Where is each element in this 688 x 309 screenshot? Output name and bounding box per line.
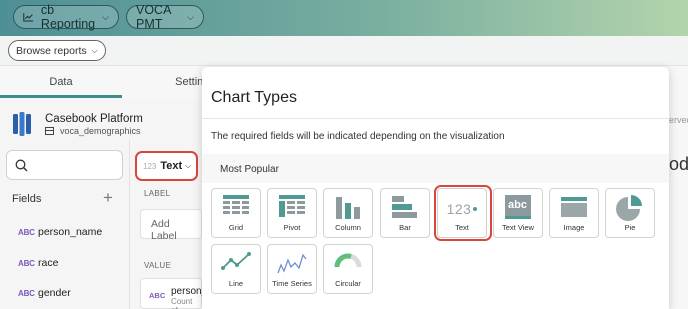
chart-type-label: Text <box>455 223 469 232</box>
chart-type-label: Grid <box>228 223 244 232</box>
canvas-partial-text: erved <box>669 115 688 125</box>
browse-reports-label: Browse reports <box>16 44 87 57</box>
modal-divider <box>202 118 669 119</box>
chart-type-label: Circular <box>335 279 361 288</box>
canvas-area: erved od <box>669 98 688 309</box>
field-item[interactable]: ABC gender <box>18 287 71 299</box>
field-name: race <box>38 257 59 269</box>
dataset-name: Casebook Platform <box>45 113 143 125</box>
modal-title: Chart Types <box>211 89 297 106</box>
field-type-badge: ABC <box>18 258 35 268</box>
table-icon <box>45 127 54 135</box>
chart-type-label: Line <box>228 279 244 288</box>
field-item[interactable]: ABC race <box>18 257 58 269</box>
chart-types-modal: Chart Types The required fields will be … <box>202 67 669 309</box>
project-selector[interactable]: VOCA PMT ⌵ <box>126 3 204 31</box>
report-name: cb Reporting <box>40 3 96 31</box>
image-icon <box>550 195 598 217</box>
grid-icon <box>212 195 260 217</box>
column-chart-icon <box>324 195 372 219</box>
text-view-glyph: abc <box>508 199 527 211</box>
tab-data[interactable]: Data <box>0 66 122 98</box>
chart-type-text-view[interactable]: abc Text View <box>493 188 543 238</box>
circular-gauge-icon <box>324 251 372 269</box>
chart-type-pie[interactable]: Pie <box>605 188 655 238</box>
chart-type-circular[interactable]: Circular <box>323 244 373 294</box>
chart-type-label: Pie <box>624 223 636 232</box>
dataset-table: voca_demographics <box>45 126 141 136</box>
field-type-badge: ABC <box>149 291 166 300</box>
chart-type-label: Text <box>160 160 183 172</box>
canvas-partial-title: od <box>669 154 688 174</box>
field-name: gender <box>38 287 71 299</box>
browse-reports-button[interactable]: Browse reports ⌵ <box>8 40 106 61</box>
chart-type-label: Pivot <box>283 223 301 232</box>
pivot-icon <box>268 195 316 217</box>
modal-description: The required fields will be indicated de… <box>211 131 505 142</box>
section-title: Most Popular <box>220 164 279 175</box>
chart-type-label: Column <box>335 223 361 232</box>
chart-type-label: Bar <box>399 223 411 232</box>
panel-divider <box>129 140 130 309</box>
text-view-underline <box>505 216 531 219</box>
chevron-down-icon: ⌵ <box>91 45 98 55</box>
bar-chart-icon <box>381 195 429 219</box>
chart-type-button[interactable]: 123 Text ⌵ <box>135 151 198 181</box>
field-type-badge: ABC <box>18 288 35 298</box>
tab-data-label: Data <box>49 76 73 88</box>
field-type-badge: ABC <box>18 227 35 237</box>
dataset-table-name: voca_demographics <box>60 126 141 136</box>
chevron-down-icon: ⌵ <box>187 11 194 22</box>
chart-type-label: Text View <box>502 223 534 232</box>
value-field-card[interactable]: ABC person_ Count of <box>140 278 207 309</box>
text-dot-icon <box>473 207 478 211</box>
chart-type-label: Image <box>563 223 585 232</box>
top-header: cb Reporting ⌵ VOCA PMT ⌵ <box>0 0 688 36</box>
line-chart-icon <box>212 251 260 273</box>
search-icon <box>15 159 28 172</box>
chart-type-column[interactable]: Column <box>323 188 373 238</box>
value-aggregation: Count of <box>171 297 193 309</box>
chart-type-pivot[interactable]: Pivot <box>267 188 317 238</box>
chevron-down-icon: ⌵ <box>102 11 109 22</box>
text-123-icon: 123 <box>438 195 486 217</box>
text-glyph: 123 <box>446 201 472 217</box>
chart-type-image[interactable]: Image <box>549 188 599 238</box>
add-label-input[interactable]: Add Label <box>140 209 202 242</box>
chart-type-label: Time Series <box>272 279 312 288</box>
database-icon <box>13 112 31 136</box>
text-123-icon: 123 <box>143 161 157 171</box>
field-item[interactable]: ABC person_name <box>18 226 102 238</box>
sub-header: Browse reports ⌵ <box>0 36 688 66</box>
chart-type-time-series[interactable]: Time Series <box>267 244 317 294</box>
value-heading: VALUE <box>144 261 172 270</box>
add-field-icon[interactable]: + <box>103 188 113 208</box>
report-selector[interactable]: cb Reporting ⌵ <box>13 3 119 31</box>
line-chart-icon <box>23 12 34 22</box>
chart-type-line[interactable]: Line <box>211 244 261 294</box>
fields-heading: Fields <box>12 193 42 205</box>
project-name: VOCA PMT <box>136 3 171 31</box>
chevron-down-icon: ⌵ <box>185 161 192 170</box>
pie-chart-icon <box>606 195 654 221</box>
chart-type-grid[interactable]: Grid <box>211 188 261 238</box>
label-heading: LABEL <box>144 189 171 198</box>
field-name: person_name <box>38 226 103 238</box>
time-series-icon <box>268 251 316 275</box>
chart-type-bar[interactable]: Bar <box>380 188 430 238</box>
chart-type-text[interactable]: 123 Text <box>437 188 487 238</box>
section-header: Most Popular <box>202 154 669 183</box>
field-search-input[interactable] <box>6 150 123 180</box>
text-view-icon: abc <box>494 195 542 219</box>
